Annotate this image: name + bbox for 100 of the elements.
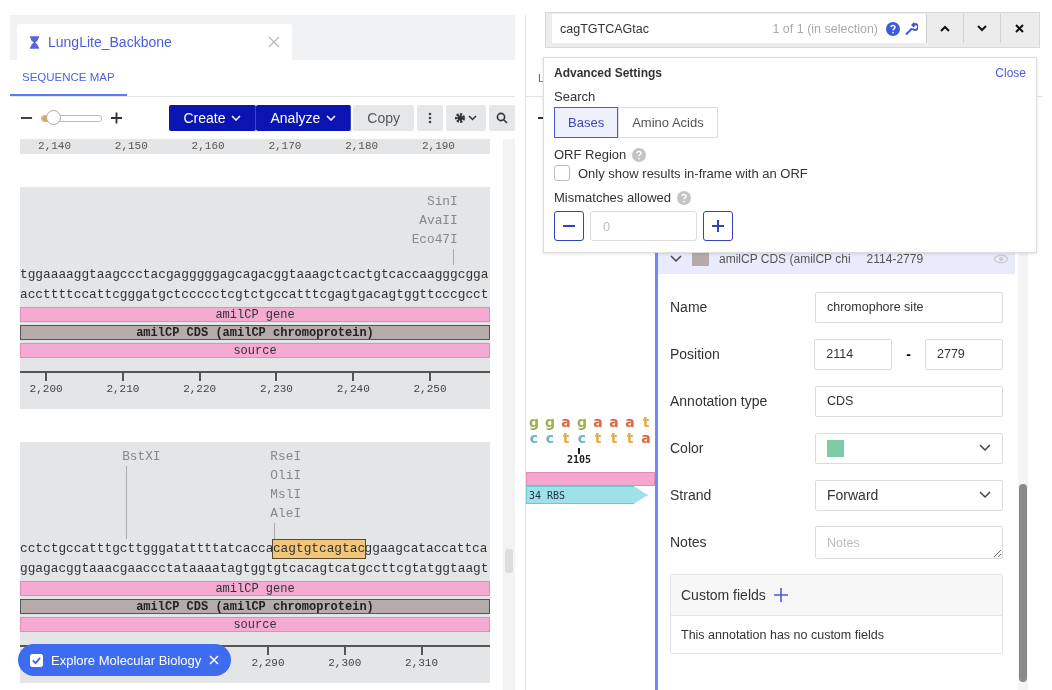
feature-bar[interactable]: amilCP gene: [20, 307, 490, 322]
caret-up-icon: [940, 25, 950, 32]
minus-icon: [563, 225, 575, 227]
plus-icon: [712, 220, 724, 232]
feature-bar[interactable]: source: [20, 343, 490, 358]
annotation-range: 2114-2779: [866, 252, 924, 266]
feature-bar[interactable]: amilCP CDS (amilCP chromoprotein): [20, 599, 490, 614]
checkbox[interactable]: [554, 165, 570, 181]
settings-button[interactable]: [446, 105, 486, 131]
ruler-label: 2,310: [405, 657, 439, 669]
wrench-icon[interactable]: [904, 21, 918, 36]
ruler-label: 2,140: [38, 140, 72, 153]
decrement-button[interactable]: [554, 211, 584, 241]
setting-label: Mismatches allowed: [554, 190, 672, 205]
scrollbar-thumb[interactable]: [1019, 484, 1027, 682]
ruler-label: 2,200: [29, 383, 63, 395]
ruler-label: 2,220: [183, 383, 217, 395]
base-letter: c: [544, 430, 556, 446]
close-link[interactable]: Close: [995, 66, 1026, 80]
ruler-label: 2,240: [336, 383, 370, 395]
setting-label: ORF Region: [554, 147, 627, 162]
color-dropdown[interactable]: [815, 432, 1003, 464]
type-field[interactable]: CDS: [815, 385, 1003, 417]
zoom-in-icon[interactable]: [110, 111, 124, 125]
ruler-label: 2,290: [251, 657, 285, 669]
field-label: Notes: [670, 534, 707, 550]
ruler-label: 2,170: [268, 140, 302, 153]
toolbar-button[interactable]: Analyze: [256, 105, 352, 131]
scrollbar-thumb[interactable]: [505, 549, 514, 573]
ruler-label: 2,230: [259, 383, 293, 395]
base-letter: t: [561, 430, 571, 446]
notes-field[interactable]: Notes: [815, 525, 1003, 559]
range-separator: -: [906, 346, 911, 362]
base-letter: a: [608, 414, 620, 430]
field-label: Name: [670, 299, 708, 315]
field-label: Color: [670, 440, 704, 456]
checkbox-label: Only show results in-frame with an ORF: [578, 165, 808, 181]
search-button[interactable]: [489, 105, 515, 131]
base-letter: t: [625, 430, 635, 446]
end-field[interactable]: 2779: [925, 338, 1003, 370]
feature-bar[interactable]: amilCP gene: [20, 581, 490, 596]
ruler-label: 2,210: [106, 383, 140, 395]
search-field[interactable]: cagTGTCAGtac 1 of 1 (in selection): [552, 14, 926, 43]
strand-dropdown[interactable]: Forward: [815, 479, 1003, 511]
base-letter: a: [640, 430, 652, 446]
sequence-text: tggaaaaggtaagccctacgagggggagcagacggtaaagctcactgtcaccaagggcgga: [20, 267, 489, 282]
segment-button[interactable]: Amino Acids: [618, 107, 718, 138]
ruler-label: 2,250: [413, 383, 447, 395]
caret-icon: [231, 115, 242, 121]
ruler-label: 2,180: [345, 140, 379, 153]
segment-button[interactable]: Bases: [554, 107, 619, 138]
popup-title: Advanced Settings: [554, 66, 663, 80]
ruler-label: 2,300: [328, 657, 362, 669]
base-letter: t: [609, 430, 619, 446]
base-letter: g: [576, 414, 588, 430]
view-tab[interactable]: SEQUENCE MAP: [10, 60, 127, 96]
ruler-label: 2,190: [421, 140, 455, 153]
base-letter: g: [528, 414, 540, 430]
base-letter: g: [544, 414, 556, 430]
close-icon: [1014, 24, 1024, 33]
field-label: Annotation type: [670, 393, 768, 409]
annotation-name: amilCP CDS (amilCP chi: [719, 252, 851, 266]
hourglass-icon: [29, 35, 40, 49]
more-icon: [428, 112, 432, 124]
caret-down-icon: [977, 25, 987, 32]
sequence-text: ggagacggtaaacgaaccctataaaatagtggtgtcacagtcatgccttcgtatggtaagt: [20, 561, 489, 576]
ruler-label: 2,160: [191, 140, 225, 153]
base-letter: a: [624, 414, 636, 430]
section-title: Custom fields: [681, 587, 766, 603]
base-letter: a: [592, 414, 604, 430]
chevron-icon: [979, 444, 991, 452]
document-tab[interactable]: LungLite_Backbone: [17, 24, 292, 60]
match-count: 1 of 1 (in selection): [772, 21, 878, 36]
help-icon[interactable]: [886, 21, 900, 36]
toolbar-button[interactable]: Copy: [353, 105, 414, 131]
slider-thumb[interactable]: [45, 109, 61, 125]
sequence-text: accttttccattcgggatgctccccctcgtctgccatttcgagtgacagtggttcccgcct: [20, 287, 489, 302]
field-label: Strand: [670, 487, 712, 503]
ruler-label: 2,150: [114, 140, 148, 153]
chevron-icon: [979, 491, 991, 499]
base-letter: c: [528, 430, 540, 446]
feature-bar[interactable]: source: [20, 617, 490, 632]
base-letter: t: [641, 414, 651, 430]
base-letter: a: [560, 414, 572, 430]
base-letter: c: [576, 430, 588, 446]
position-label: 2105: [567, 454, 592, 465]
settings-icon: [454, 112, 478, 124]
add-icon[interactable]: [773, 588, 788, 602]
setting-label: Search: [554, 89, 597, 104]
field-label: Position: [670, 346, 720, 362]
base-letter: t: [593, 430, 603, 446]
search-icon: [496, 112, 508, 124]
toolbar-button[interactable]: Create: [169, 105, 257, 131]
feature-bar[interactable]: amilCP CDS (amilCP chromoprotein): [20, 325, 490, 340]
chevron-icon: [670, 255, 682, 263]
empty-message: This annotation has no custom fields: [681, 627, 884, 642]
increment-button[interactable]: [703, 211, 733, 241]
mismatches-field[interactable]: 0: [590, 211, 697, 241]
start-field[interactable]: 2114: [814, 338, 893, 370]
name-field[interactable]: chromophore site: [815, 291, 1003, 323]
